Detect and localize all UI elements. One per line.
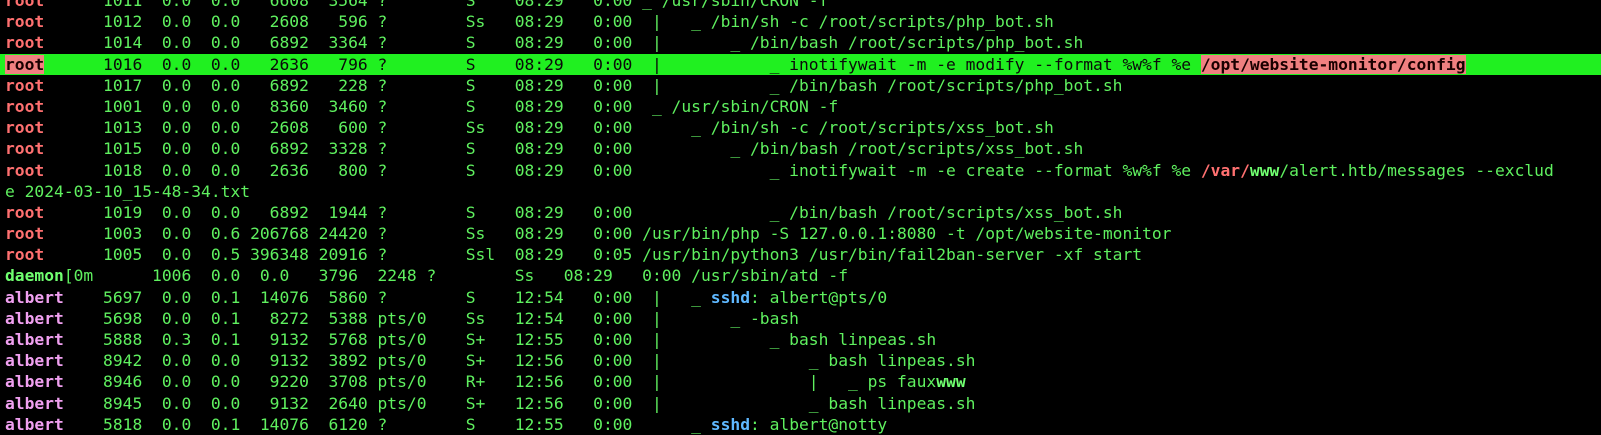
process-text: 8945 0.0 0.0 9132 2640 pts/0 S+ 12:56 0:… [63,393,976,413]
process-text: 5818 0.0 0.1 14076 6120 ? S 12:55 0:00 _ [63,414,711,434]
process-user: albert [5,372,64,392]
process-text: 1015 0.0 0.0 6892 3328 ? S 08:29 0:00 _ … [44,139,1084,159]
process-text: 1003 0.0 0.6 206768 24420 ? Ss 08:29 0:0… [44,224,1172,244]
process-user: root [5,0,45,10]
process-text: 1014 0.0 0.0 6892 3364 ? S 08:29 0:00 | … [44,33,1084,53]
process-text: 1005 0.0 0.5 396348 20916 ? Ssl 08:29 0:… [44,245,1143,265]
highlighted-path: /opt/website-monitor/config [1200,54,1466,74]
process-user: albert [5,414,64,434]
process-row: albert 5818 0.0 0.1 14076 6120 ? S 12:55… [5,414,1601,435]
process-row: albert 5888 0.3 0.1 9132 5768 pts/0 S+ 1… [5,329,1601,350]
process-row: albert 8946 0.0 0.0 9220 3708 pts/0 R+ 1… [5,371,1601,392]
process-user: albert [5,351,64,371]
process-row: root 1013 0.0 0.0 2608 600 ? Ss 08:29 0:… [5,117,1601,138]
process-user: root [5,75,45,95]
process-user: albert [5,308,64,328]
process-user: root [5,245,45,265]
process-text: 8946 0.0 0.0 9220 3708 pts/0 R+ 12:56 0:… [63,372,937,392]
process-user: root [5,202,45,222]
process-user: root [5,139,45,159]
process-text: [0m 1006 0.0 0.0 3796 2248 ? Ss 08:29 0:… [63,266,848,286]
process-user: albert [5,287,64,307]
process-user: root [5,118,45,138]
process-text: 1019 0.0 0.0 6892 1944 ? S 08:29 0:00 _ … [44,202,1123,222]
process-row: root 1005 0.0 0.5 396348 20916 ? Ssl 08:… [5,244,1601,265]
process-row: albert 5697 0.0 0.1 14076 5860 ? S 12:54… [5,287,1601,308]
process-row: root 1015 0.0 0.0 6892 3328 ? S 08:29 0:… [5,138,1601,159]
process-text: 1001 0.0 0.0 8360 3460 ? S 08:29 0:00 _ … [44,96,839,116]
process-row: albert 5698 0.0 0.1 8272 5388 pts/0 Ss 1… [5,308,1601,329]
process-row: albert 8945 0.0 0.0 9132 2640 pts/0 S+ 1… [5,393,1601,414]
process-text: 5698 0.0 0.1 8272 5388 pts/0 Ss 12:54 0:… [63,308,799,328]
process-row: root 1014 0.0 0.0 6892 3364 ? S 08:29 0:… [5,32,1601,53]
process-user: root [5,160,45,180]
process-text: 1011 0.0 0.0 6608 3564 ? S 08:29 0:00 _ … [44,0,829,10]
process-text: 1013 0.0 0.0 2608 600 ? Ss 08:29 0:00 _ … [44,118,1054,138]
process-text: : albert@notty [750,414,888,434]
process-row: root 1001 0.0 0.0 8360 3460 ? S 08:29 0:… [5,96,1601,117]
process-user: root [5,12,45,32]
process-row: albert 8942 0.0 0.0 9132 3892 pts/0 S+ 1… [5,350,1601,371]
process-row: root 1012 0.0 0.0 2608 596 ? Ss 08:29 0:… [5,11,1601,32]
process-text: e 2024-03-10_15-48-34.txt [5,181,251,201]
www-keyword: www [1249,160,1280,180]
process-text: 8942 0.0 0.0 9132 3892 pts/0 S+ 12:56 0:… [63,351,976,371]
process-text: 5888 0.3 0.1 9132 5768 pts/0 S+ 12:55 0:… [63,330,937,349]
process-user: root [5,224,45,244]
process-row: root 1003 0.0 0.6 206768 24420 ? Ss 08:2… [5,223,1601,244]
process-row: e 2024-03-10_15-48-34.txt [5,181,1601,202]
process-text: 1012 0.0 0.0 2608 596 ? Ss 08:29 0:00 | … [44,12,1054,32]
process-user: albert [5,330,64,349]
process-user: root [5,96,45,116]
process-text: 1016 0.0 0.0 2636 796 ? S 08:29 0:00 | _… [44,54,1201,74]
process-row: root 1011 0.0 0.0 6608 3564 ? S 08:29 0:… [5,0,1601,11]
process-row: root 1019 0.0 0.0 6892 1944 ? S 08:29 0:… [5,202,1601,223]
process-text: /alert.htb/messages --exclud [1279,160,1554,180]
highlighted-path-prefix: /var/ [1200,160,1250,180]
sshd-keyword: sshd [710,287,750,307]
process-text: 1017 0.0 0.0 6892 228 ? S 08:29 0:00 | _… [44,75,1123,95]
process-row: root 1017 0.0 0.0 6892 228 ? S 08:29 0:0… [5,75,1601,96]
process-row: daemon[0m 1006 0.0 0.0 3796 2248 ? Ss 08… [5,265,1601,286]
process-user: daemon [5,266,64,286]
process-user: root [5,54,45,74]
process-text: 1018 0.0 0.0 2636 800 ? S 08:29 0:00 _ i… [44,160,1201,180]
process-user: albert [5,393,64,413]
process-user: root [5,33,45,53]
highlighted-process-row: root 1016 0.0 0.0 2636 796 ? S 08:29 0:0… [0,53,1601,75]
terminal-output[interactable]: root 1011 0.0 0.0 6608 3564 ? S 08:29 0:… [0,0,1601,435]
process-text: 5697 0.0 0.1 14076 5860 ? S 12:54 0:00 |… [63,287,711,307]
www-keyword: www [936,372,966,392]
process-text: : albert@pts/0 [750,287,888,307]
sshd-keyword: sshd [710,414,750,434]
process-row: root 1018 0.0 0.0 2636 800 ? S 08:29 0:0… [5,160,1601,181]
